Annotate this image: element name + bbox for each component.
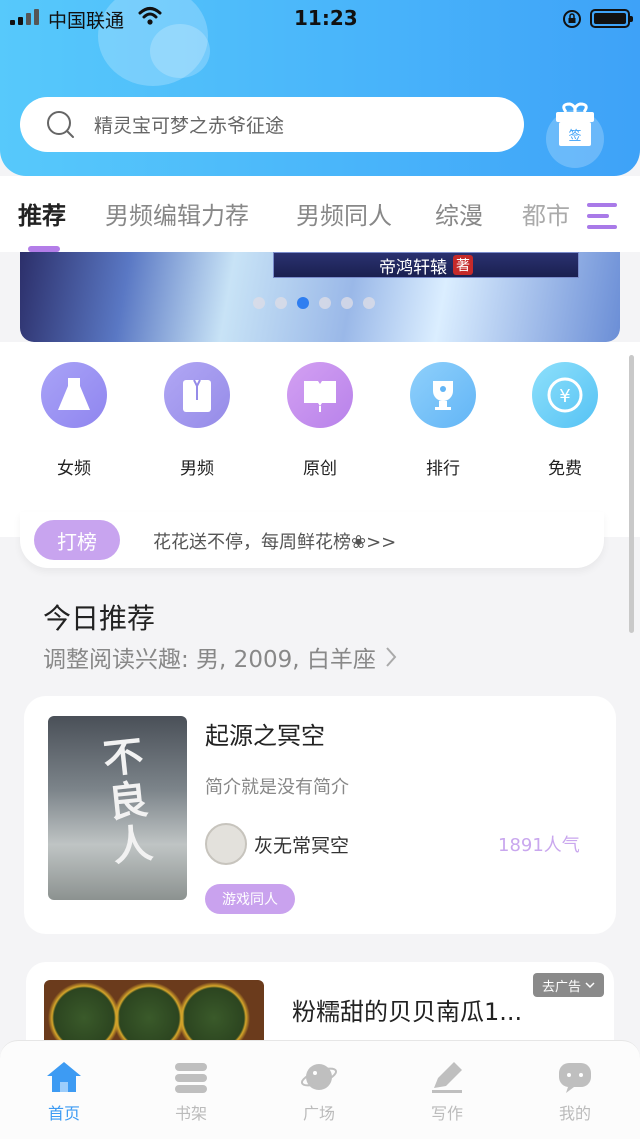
nav-label: 广场 [302, 1104, 335, 1123]
nav-profile[interactable]: 我的 [535, 1060, 615, 1124]
avatar[interactable] [205, 823, 247, 865]
ranking-badge[interactable]: 打榜 [34, 520, 120, 560]
home-icon [47, 1062, 81, 1092]
wifi-icon [138, 7, 162, 25]
banner-caption: 帝鸿轩辕 著 [273, 252, 579, 278]
category-female[interactable]: 女频 [29, 362, 119, 479]
banner-seal: 著 [453, 255, 473, 275]
carousel-dot[interactable] [275, 297, 287, 309]
banner-author: 帝鸿轩辕 [379, 257, 447, 278]
tab-male-editor-picks[interactable]: 男频编辑力荐 [105, 196, 249, 231]
yen-icon: ¥ [532, 362, 598, 428]
carousel-dot[interactable] [341, 297, 353, 309]
sign-in-gift-button[interactable]: 签 [544, 98, 606, 174]
book-intro: 简介就是没有简介 [205, 777, 349, 798]
remove-ad-label: 去广告 [541, 979, 581, 995]
category-label: 原创 [303, 459, 337, 479]
category-label: 免费 [548, 459, 582, 479]
tab-anime[interactable]: 综漫 [435, 196, 483, 231]
tab-male-fanfic[interactable]: 男频同人 [296, 196, 392, 231]
category-label: 女频 [57, 459, 91, 479]
book-cover[interactable]: 不良人 [48, 716, 187, 900]
gift-icon: 签 [556, 102, 594, 146]
carrier-name: 中国联通 [48, 10, 125, 32]
genre-tag[interactable]: 游戏同人 [205, 884, 295, 914]
battery-icon [590, 9, 633, 28]
reading-preference-link[interactable]: 调整阅读兴趣: 男, 2009, 白羊座 [43, 640, 398, 674]
scrollbar[interactable] [629, 355, 634, 633]
nav-home[interactable]: 首页 [24, 1060, 104, 1124]
chevron-down-icon [585, 982, 595, 989]
carousel-dot[interactable] [363, 297, 375, 309]
carousel-dot[interactable] [253, 297, 265, 309]
category-ranking[interactable]: 排行 [398, 362, 488, 479]
reading-preference-text: 调整阅读兴趣: 男, 2009, 白羊座 [43, 647, 376, 673]
nav-label: 我的 [558, 1104, 591, 1123]
tab-urban[interactable]: 都市 [522, 196, 570, 231]
category-grid: 女频 男频 原创 排行 ¥ 免费 [0, 342, 640, 537]
category-label: 男频 [180, 459, 214, 479]
svg-text:¥: ¥ [559, 386, 570, 407]
menu-icon[interactable] [585, 199, 619, 233]
signal-icon [10, 9, 39, 25]
search-bar[interactable]: 精灵宝可梦之赤爷征途 [20, 97, 524, 152]
category-male[interactable]: 男频 [152, 362, 242, 479]
search-placeholder: 精灵宝可梦之赤爷征途 [94, 115, 285, 137]
dress-icon [41, 362, 107, 428]
bookshelf-icon [175, 1063, 207, 1093]
carousel-dot-active[interactable] [297, 297, 309, 309]
chevron-right-icon [386, 647, 397, 667]
category-tabs: 推荐 男频编辑力荐 男频同人 综漫 都市 [0, 176, 640, 252]
carousel-dot[interactable] [319, 297, 331, 309]
section-title: 今日推荐 [43, 602, 156, 635]
category-label: 排行 [426, 459, 460, 479]
carousel-dots [253, 297, 375, 309]
chat-icon [559, 1063, 591, 1093]
ranking-text[interactable]: 花花送不停，每周鲜花榜❀>> [153, 528, 396, 554]
shirt-icon [164, 362, 230, 428]
rotation-lock-icon [563, 10, 581, 28]
gift-label: 签 [568, 128, 581, 144]
pen-icon [432, 1062, 462, 1093]
ad-title[interactable]: 粉糯甜的贝贝南瓜1... [292, 992, 522, 1027]
clock: 11:23 [294, 6, 358, 30]
nav-label: 书架 [174, 1104, 207, 1123]
nav-label: 首页 [47, 1104, 80, 1123]
nav-bookshelf[interactable]: 书架 [151, 1060, 231, 1124]
nav-square[interactable]: 广场 [279, 1060, 359, 1124]
search-icon [47, 110, 74, 138]
book-icon [287, 362, 353, 428]
category-original[interactable]: 原创 [275, 362, 365, 479]
planet-icon [300, 1064, 338, 1090]
trophy-icon [410, 362, 476, 428]
book-title[interactable]: 起源之冥空 [205, 716, 325, 751]
nav-label: 写作 [430, 1104, 463, 1123]
author-name[interactable]: 灰无常冥空 [254, 831, 349, 858]
banner-carousel[interactable]: 帝鸿轩辕 著 [20, 252, 620, 342]
nav-write[interactable]: 写作 [407, 1060, 487, 1124]
category-free[interactable]: ¥ 免费 [520, 362, 610, 479]
remove-ad-button[interactable]: 去广告 [533, 973, 604, 997]
tab-recommend[interactable]: 推荐 [18, 196, 66, 231]
cover-title: 不良人 [101, 732, 155, 871]
popularity-count: 1891人气 [498, 835, 580, 856]
status-bar: 中国联通 11:23 [0, 0, 640, 40]
